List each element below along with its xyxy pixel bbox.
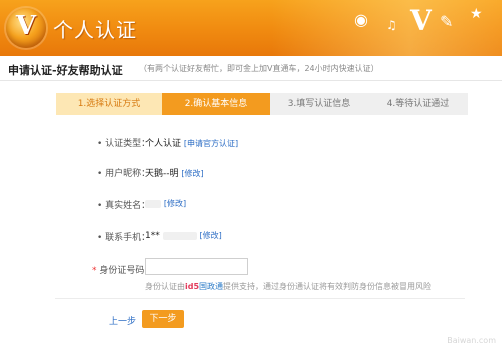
camera-icon: ◉ — [354, 10, 368, 29]
auth-type-value-row: 个人认证 [申请官方认证] — [145, 136, 238, 149]
bullet: • — [97, 169, 106, 179]
page-title: 个人认证 — [53, 18, 137, 42]
guozhengtong-logo: 国政通 — [199, 282, 224, 291]
id-number-input[interactable] — [145, 258, 248, 275]
auth-type-value: 个人认证 — [145, 139, 182, 149]
step-fill-info: 3.填写认证信息 — [270, 93, 368, 115]
edit-realname-link[interactable]: [修改] — [164, 199, 186, 208]
step-confirm-info: 2.确认基本信息 — [162, 93, 270, 115]
nickname-label: • 用户昵称： — [97, 169, 151, 179]
apply-official-link[interactable]: [申请官方认证] — [184, 139, 238, 148]
v-mark-icon: V — [410, 4, 432, 37]
next-step-button[interactable]: 下一步 — [142, 310, 184, 328]
nickname-value-row: 天鹅--明 [修改] — [145, 166, 204, 179]
phone-value: 1** — [145, 231, 160, 241]
id-auth-hint: 身份认证由id5国政通提供支持，通过身份通认证将有效判防身份信息被冒用风险 — [145, 282, 432, 291]
phone-label: • 联系手机： — [97, 233, 151, 243]
nickname-value: 天鹅--明 — [145, 169, 179, 179]
watermark: Baiwan.com — [447, 336, 496, 345]
progress-steps: 1.选择认证方式 2.确认基本信息 3.填写认证信息 4.等待认证通过 — [56, 93, 468, 115]
edit-phone-link[interactable]: [修改] — [199, 231, 221, 240]
required-mark: * — [92, 266, 97, 276]
realname-masked — [145, 199, 161, 208]
edit-nickname-link[interactable]: [修改] — [181, 169, 203, 178]
v-logo-icon: V — [6, 8, 46, 48]
page-header: V 个人认证 ◉ ♫ V ✎ ★ — [0, 0, 502, 56]
star-icon: ★ — [470, 6, 483, 22]
phone-value-row: 1** [修改] — [145, 230, 222, 241]
pen-icon: ✎ — [440, 12, 454, 31]
step-choose-method: 1.选择认证方式 — [56, 93, 162, 115]
divider — [55, 298, 465, 299]
subheader-title: 申请认证-好友帮助认证 — [8, 64, 123, 77]
bullet: • — [97, 201, 106, 211]
prev-step-button[interactable]: 上一步 — [109, 314, 136, 327]
step-wait-approval: 4.等待认证通过 — [368, 93, 468, 115]
bullet: • — [97, 233, 106, 243]
realname-label: • 真实姓名： — [97, 201, 151, 211]
music-note-icon: ♫ — [386, 18, 397, 32]
realname-value-row: [修改] — [145, 198, 186, 209]
bullet: • — [97, 139, 106, 149]
id5-logo: id5 — [185, 282, 200, 291]
phone-masked — [162, 231, 197, 240]
subheader-note: （有两个认证好友帮忙，即可金上加V直通车，24小时内快速认证） — [139, 64, 379, 73]
auth-type-label: • 认证类型： — [97, 139, 151, 149]
